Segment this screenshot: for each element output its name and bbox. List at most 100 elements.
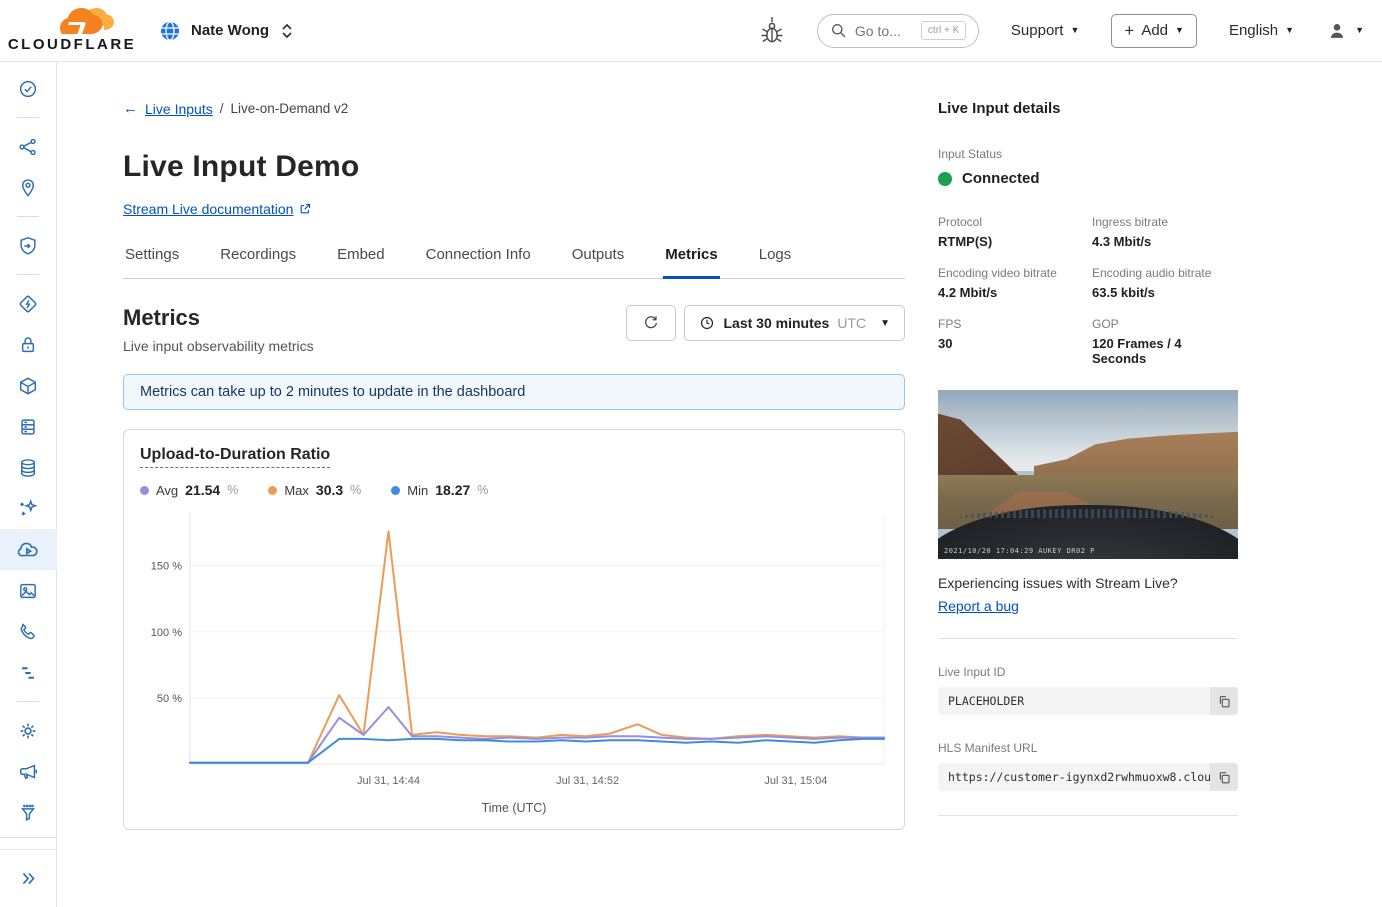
stream-docs-link[interactable]: Stream Live documentation (123, 201, 293, 217)
cloudflare-cloud-icon (60, 8, 118, 38)
sidebar-divider (17, 701, 39, 702)
sidebar-item-workers[interactable] (0, 365, 57, 406)
copy-hls-url-button[interactable] (1210, 763, 1238, 791)
sidebar-item-access[interactable] (0, 324, 57, 365)
sidebar-item-stream[interactable] (0, 529, 57, 570)
chart-legend: Avg 21.54 % Max 30.3 % Min 18.27 % (140, 482, 888, 498)
tab-embed[interactable]: Embed (335, 242, 387, 278)
tab-metrics[interactable]: Metrics (663, 242, 720, 279)
chevron-down-icon: ▼ (1175, 26, 1184, 35)
copy-live-input-id-button[interactable] (1210, 687, 1238, 715)
live-preview-thumbnail: 2021/10/20 17:04:29 AUKEY DR02 P (938, 390, 1238, 559)
detail-audio-bitrate: Encoding audio bitrate 63.5 kbit/s (1092, 266, 1238, 300)
tab-logs[interactable]: Logs (757, 242, 794, 278)
tab-settings[interactable]: Settings (123, 242, 181, 278)
sidebar-divider (17, 117, 39, 118)
sidebar-item-time-clock[interactable] (0, 68, 57, 109)
sparkles-icon (17, 498, 39, 520)
sidebar-item-filter[interactable] (0, 792, 57, 833)
external-link-icon (298, 202, 312, 216)
gear-icon (17, 720, 39, 742)
status-dot (938, 172, 952, 186)
live-input-id-value: PLACEHOLDER (938, 687, 1210, 715)
top-header: CLOUDFLARE Nate Wong ctrl + K (0, 0, 1382, 62)
chart-title: Upload-to-Duration Ratio (140, 446, 330, 468)
breadcrumb-back-link[interactable]: Live Inputs (145, 101, 213, 117)
stream-issues-question: Experiencing issues with Stream Live? (938, 575, 1238, 591)
details-heading: Live Input details (938, 100, 1238, 117)
avg-legend-value: 21.54 (185, 482, 220, 498)
sidebar-item-ai[interactable] (0, 488, 57, 529)
upload-duration-ratio-card: Upload-to-Duration Ratio Avg 21.54 % Max… (123, 429, 905, 830)
sidebar-item-security[interactable] (0, 225, 57, 266)
chevron-down-icon: ▼ (1285, 26, 1294, 35)
refresh-button[interactable] (626, 305, 676, 341)
database-icon (17, 457, 39, 479)
sidebar-item-queues[interactable] (0, 652, 57, 693)
search-shortcut-badge: ctrl + K (921, 21, 966, 40)
support-menu[interactable]: Support ▼ (1011, 22, 1079, 39)
plus-icon: + (1124, 22, 1134, 39)
staggered-bars-icon (17, 662, 39, 684)
global-search[interactable]: ctrl + K (817, 14, 979, 48)
legend-item-avg: Avg 21.54 % (140, 482, 238, 498)
language-menu[interactable]: English ▼ (1229, 22, 1294, 39)
add-button[interactable]: + Add ▼ (1111, 14, 1197, 48)
min-legend-unit: % (477, 483, 488, 497)
sidebar-item-load-balancing[interactable] (0, 126, 57, 167)
svg-text:Jul 31, 14:52: Jul 31, 14:52 (556, 775, 619, 787)
metrics-info-banner: Metrics can take up to 2 minutes to upda… (123, 374, 905, 410)
server-rack-icon (17, 416, 39, 438)
sidebar-item-images[interactable] (0, 570, 57, 611)
chevron-down-icon: ▼ (1355, 26, 1364, 35)
sidebar-item-location[interactable] (0, 167, 57, 208)
search-input[interactable] (855, 23, 913, 39)
sidebar-item-notifications[interactable] (0, 751, 57, 792)
refresh-icon (642, 314, 660, 332)
sidebar-item-servers[interactable] (0, 406, 57, 447)
tab-recordings[interactable]: Recordings (218, 242, 298, 278)
sidebar-collapse-button[interactable] (0, 849, 56, 907)
chevrons-right-icon (17, 868, 39, 890)
hls-manifest-url-label: HLS Manifest URL (938, 741, 1238, 755)
add-label: Add (1141, 22, 1168, 39)
tab-bar: Settings Recordings Embed Connection Inf… (123, 242, 905, 279)
input-status-label: Input Status (938, 147, 1238, 161)
sidebar-item-storage[interactable] (0, 447, 57, 488)
details-grid: Protocol RTMP(S) Ingress bitrate 4.3 Mbi… (938, 215, 1238, 366)
time-range-dropdown[interactable]: Last 30 minutes UTC ▼ (684, 305, 905, 341)
sidebar-divider (17, 274, 39, 275)
breadcrumb-separator: / (220, 101, 224, 116)
min-legend-value: 18.27 (435, 482, 470, 498)
user-menu[interactable]: ▼ (1326, 20, 1364, 42)
detail-fps: FPS 30 (938, 317, 1084, 366)
time-range-label: Last 30 minutes (723, 315, 829, 331)
lock-icon (17, 334, 39, 356)
bug-report-icon[interactable] (759, 16, 785, 46)
cloudflare-logo[interactable]: CLOUDFLARE (16, 8, 128, 53)
support-label: Support (1011, 22, 1064, 39)
report-bug-link[interactable]: Report a bug (938, 598, 1019, 614)
sidebar-item-calls[interactable] (0, 611, 57, 652)
zap-diamond-icon (17, 293, 39, 315)
shield-arrow-icon (17, 235, 39, 257)
account-name: Nate Wong (191, 22, 269, 39)
detail-protocol: Protocol RTMP(S) (938, 215, 1084, 249)
tab-outputs[interactable]: Outputs (570, 242, 627, 278)
live-input-details-panel: Live Input details Input Status Connecte… (938, 100, 1238, 907)
cube-icon (17, 375, 39, 397)
detail-ingress-bitrate: Ingress bitrate 4.3 Mbit/s (1092, 215, 1238, 249)
image-icon (17, 580, 39, 602)
chevron-down-icon: ▼ (1070, 26, 1079, 35)
breadcrumb: ← Live Inputs / Live-on-Demand v2 (123, 100, 905, 117)
account-switcher[interactable]: Nate Wong (158, 19, 296, 43)
copy-icon (1217, 770, 1232, 785)
tab-connection-info[interactable]: Connection Info (424, 242, 533, 278)
load-balancing-icon (17, 136, 39, 158)
sidebar-item-settings[interactable] (0, 710, 57, 751)
page-title: Live Input Demo (123, 150, 905, 184)
metrics-subheading: Live input observability metrics (123, 338, 314, 354)
sidebar-item-zero-trust[interactable] (0, 283, 57, 324)
live-input-id-label: Live Input ID (938, 665, 1238, 679)
avg-legend-unit: % (227, 483, 238, 497)
